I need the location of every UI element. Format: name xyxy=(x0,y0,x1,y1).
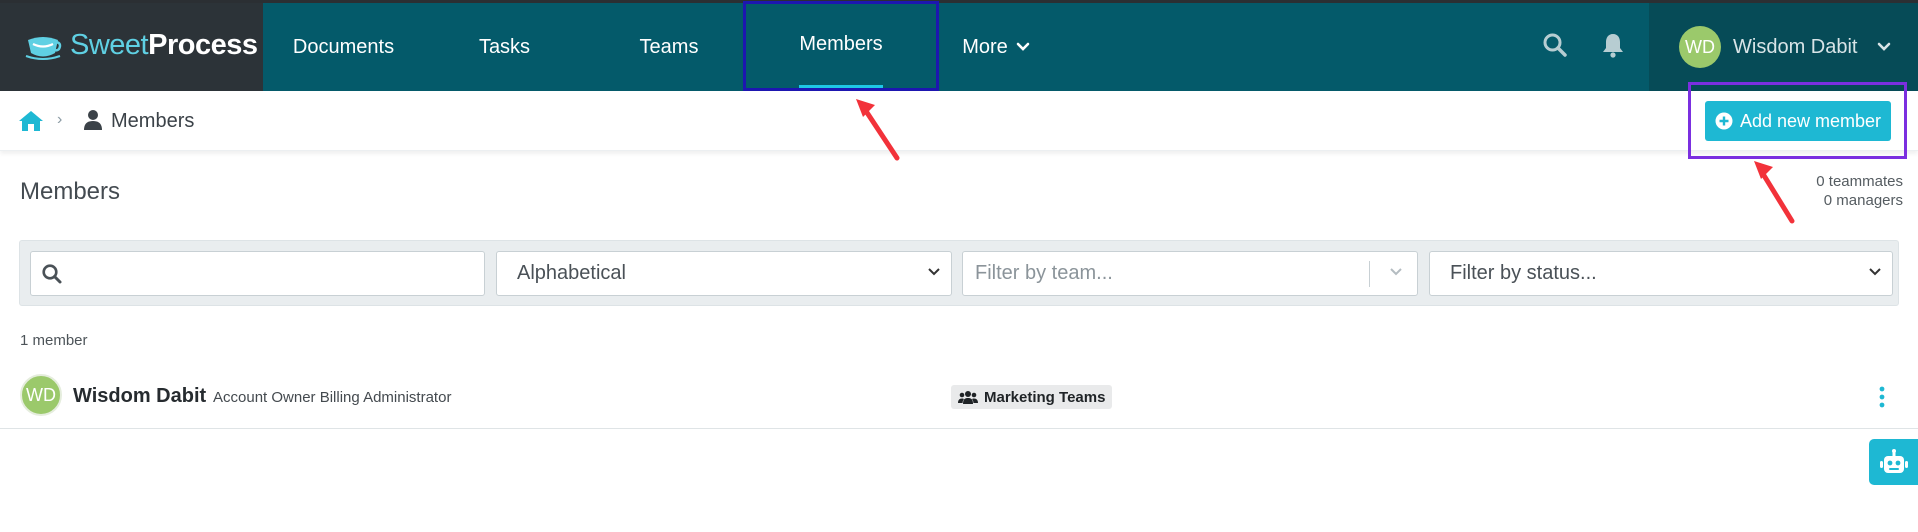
team-filter-placeholder: Filter by team... xyxy=(975,262,1113,284)
breadcrumb-current: Members xyxy=(111,110,195,132)
status-filter-placeholder: Filter by status... xyxy=(1450,262,1597,284)
brand-name: SweetProcess xyxy=(70,29,258,61)
avatar: WD xyxy=(1679,26,1721,68)
search-field[interactable] xyxy=(30,251,485,296)
search-icon xyxy=(42,263,62,283)
sort-select[interactable]: Alphabetical xyxy=(496,251,952,296)
team-name: Marketing Teams xyxy=(984,388,1106,406)
nav-members[interactable]: Members xyxy=(746,3,936,91)
page-title: Members xyxy=(20,178,121,205)
chevron-right-icon: › xyxy=(57,111,63,128)
robot-icon xyxy=(1879,449,1908,473)
filter-bar: Alphabetical Filter by team... Filter by… xyxy=(19,240,1899,306)
managers-count: 0 managers xyxy=(1823,192,1903,209)
home-icon[interactable] xyxy=(18,109,44,133)
add-new-member-button[interactable]: Add new member xyxy=(1705,101,1891,141)
nav-tasks-label: Tasks xyxy=(478,35,531,58)
select-divider xyxy=(1369,261,1370,287)
add-new-member-label: Add new member xyxy=(1739,110,1882,131)
table-row: WD Wisdom Dabit Account Owner Billing Ad… xyxy=(0,362,1918,429)
plus-circle-icon xyxy=(1715,112,1733,130)
nav-members-label: Members xyxy=(799,32,883,55)
users-icon xyxy=(958,391,978,404)
chevron-down-icon xyxy=(1869,268,1881,276)
teammates-count: 0 teammates xyxy=(1816,173,1903,190)
nav-teams[interactable]: Teams xyxy=(585,3,753,91)
member-name[interactable]: Wisdom Dabit xyxy=(73,385,206,408)
nav-teams-label: Teams xyxy=(639,35,699,58)
nav-documents[interactable]: Documents xyxy=(263,3,424,91)
active-tab-indicator xyxy=(799,85,883,89)
search-icon[interactable] xyxy=(1540,28,1570,62)
sort-selected-value: Alphabetical xyxy=(517,262,626,284)
nav-documents-label: Documents xyxy=(292,35,395,58)
chevron-down-icon xyxy=(1390,268,1402,276)
user-icon xyxy=(84,110,102,130)
more-options-icon[interactable] xyxy=(1876,386,1888,408)
member-counts: 0 teammates 0 managers xyxy=(1816,172,1903,210)
top-navigation: SweetProcess Documents Tasks Teams Membe… xyxy=(0,0,1918,91)
annotation-arrow-add-member xyxy=(1754,161,1795,224)
chevron-down-icon xyxy=(928,268,940,276)
brand-logo[interactable]: SweetProcess xyxy=(0,0,263,91)
team-filter-select[interactable]: Filter by team... xyxy=(962,251,1418,296)
nav-more-label: More xyxy=(962,35,1008,58)
nav-more[interactable]: More xyxy=(936,3,1056,91)
cup-logo-icon xyxy=(25,36,62,60)
team-badge[interactable]: Marketing Teams xyxy=(951,385,1113,409)
avatar: WD xyxy=(20,374,62,416)
member-count: 1 member xyxy=(20,332,88,349)
bell-icon[interactable] xyxy=(1598,28,1628,62)
user-menu[interactable]: WD Wisdom Dabit xyxy=(1649,3,1918,91)
chevron-down-icon xyxy=(1878,42,1891,51)
member-roles: Account Owner Billing Administrator xyxy=(213,389,452,406)
chevron-down-icon xyxy=(1016,42,1030,51)
status-filter-select[interactable]: Filter by status... xyxy=(1429,251,1893,296)
chatbot-button[interactable] xyxy=(1869,439,1918,485)
breadcrumb: › Members Add new member xyxy=(0,91,1918,151)
nav-tasks[interactable]: Tasks xyxy=(424,3,585,91)
user-name: Wisdom Dabit xyxy=(1733,35,1858,58)
